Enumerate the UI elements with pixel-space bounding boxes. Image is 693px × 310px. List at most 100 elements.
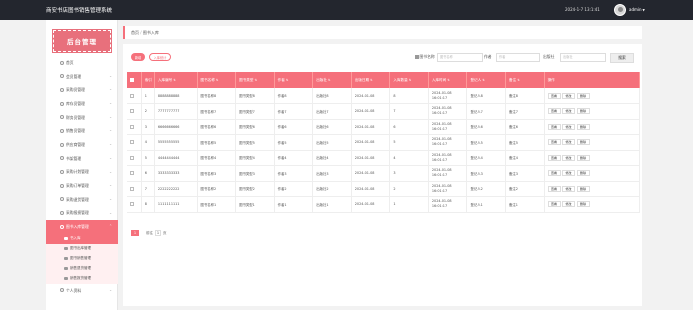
sort-icon[interactable]: ⇅: [173, 78, 176, 82]
edit-button[interactable]: 修改: [562, 185, 576, 192]
sidebar-item-2[interactable]: 采购员管理 ⌄: [46, 83, 118, 97]
row-checkbox[interactable]: [130, 202, 134, 207]
filter-label-book-name: 图书名称: [415, 54, 435, 60]
delete-button[interactable]: 删除: [576, 154, 590, 161]
row-checkbox[interactable]: [130, 155, 134, 160]
view-button[interactable]: 查看: [547, 154, 561, 161]
cell-pub_date: 2024-01-08: [351, 181, 391, 197]
sort-icon[interactable]: ⇅: [447, 78, 450, 82]
add-button[interactable]: 新增: [131, 53, 145, 61]
row-actions: 查看 修改 删除: [544, 165, 641, 182]
view-button[interactable]: 查看: [547, 108, 561, 115]
cell-index: 8: [141, 196, 155, 213]
row-select-cell: [127, 134, 142, 151]
sort-icon[interactable]: ⇅: [328, 78, 331, 82]
edit-button[interactable]: 修改: [562, 123, 576, 130]
row-checkbox[interactable]: [130, 140, 134, 145]
sidebar-subitem-1[interactable]: 图书出库管理: [46, 243, 118, 254]
stock-in-statistics-button[interactable]: 入库统计: [149, 53, 171, 61]
sort-icon[interactable]: ⇅: [216, 78, 219, 82]
sort-icon[interactable]: ⇅: [517, 78, 520, 82]
sidebar-subitem-0[interactable]: 书入库: [46, 233, 118, 244]
edit-button[interactable]: 修改: [562, 201, 576, 208]
column-header[interactable]: 入库数量⇅: [389, 72, 429, 88]
user-menu[interactable]: admin▼: [629, 7, 645, 12]
sort-icon[interactable]: ⇅: [286, 78, 289, 82]
sidebar-item-7[interactable]: 书架管理 ⌄: [46, 152, 118, 166]
column-header[interactable]: 出版日期⇅: [351, 72, 391, 88]
cell-code: 4444444444: [154, 150, 198, 166]
sort-icon[interactable]: ⇅: [254, 78, 257, 82]
sidebar-subitem-2[interactable]: 图书销售管理: [46, 253, 118, 264]
edit-button[interactable]: 修改: [562, 139, 576, 146]
sidebar-subitem-4[interactable]: 销售报货管理: [46, 273, 118, 284]
edit-button[interactable]: 修改: [562, 92, 576, 99]
delete-button[interactable]: 删除: [576, 170, 590, 177]
delete-button[interactable]: 删除: [576, 139, 590, 146]
row-checkbox[interactable]: [130, 124, 134, 129]
search-button[interactable]: 搜索: [610, 53, 634, 63]
sidebar-subitem-3[interactable]: 销售退货管理: [46, 263, 118, 274]
cell-press: 出版社3: [312, 165, 352, 182]
column-header[interactable]: 入库编号⇅: [154, 72, 198, 88]
book-name-input[interactable]: 图书名称: [437, 53, 483, 62]
column-header[interactable]: 图书名称⇅: [197, 72, 237, 88]
view-button[interactable]: 查看: [547, 92, 561, 99]
sidebar-item-9[interactable]: 采购订单管理 ⌄: [46, 179, 118, 193]
breadcrumb-home[interactable]: 首页: [131, 30, 139, 35]
delete-button[interactable]: 删除: [576, 123, 590, 130]
sort-icon[interactable]: ⇅: [482, 78, 485, 82]
sidebar-item-11[interactable]: 采购报损管理 ⌄: [46, 207, 118, 221]
sidebar-item-stock-in-management[interactable]: 图书入库管理 ⌃: [46, 220, 118, 234]
column-header[interactable]: 出版社⇅: [312, 72, 352, 88]
sidebar-item-profile[interactable]: 个人资料 ⌄: [46, 284, 118, 298]
edit-button[interactable]: 修改: [562, 154, 576, 161]
page-button-current[interactable]: 1: [131, 230, 139, 236]
table-row: 3 6666666666 图书名称6 图书类型6 作者6 出版社6 2024-01-08 6 2…: [127, 119, 641, 135]
row-actions: 查看 修改 删除: [544, 119, 641, 135]
row-checkbox[interactable]: [130, 186, 134, 191]
breadcrumb: 首页 / 图书入库: [123, 26, 642, 39]
sidebar-item-5[interactable]: 销售员管理 ⌄: [46, 124, 118, 138]
column-header[interactable]: 登记人⇅: [466, 72, 506, 88]
delete-button[interactable]: 删除: [576, 108, 590, 115]
view-button[interactable]: 查看: [547, 123, 561, 130]
delete-button[interactable]: 删除: [576, 201, 590, 208]
goto-page-input[interactable]: 1: [155, 230, 161, 236]
avatar[interactable]: [614, 4, 626, 16]
view-button[interactable]: 查看: [547, 201, 561, 208]
edit-button[interactable]: 修改: [562, 108, 576, 115]
column-header[interactable]: 作者⇅: [274, 72, 314, 88]
column-header[interactable]: 图书类型⇅: [235, 72, 275, 88]
view-button[interactable]: 查看: [547, 170, 561, 177]
cell-remark: 备注2: [505, 181, 545, 197]
sidebar-item-1[interactable]: 会员管理 ⌄: [46, 70, 118, 84]
column-header[interactable]: 入库时间⇅: [428, 72, 468, 88]
author-input[interactable]: 作者: [496, 53, 540, 62]
cell-code: 2222222222: [154, 181, 198, 197]
row-checkbox[interactable]: [130, 109, 134, 114]
edit-button[interactable]: 修改: [562, 170, 576, 177]
cell-time: 2024-01-08 16:01:17: [428, 103, 468, 120]
sidebar-item-0[interactable]: 首页: [46, 56, 118, 70]
sidebar-item-3[interactable]: 库存员管理 ⌄: [46, 97, 118, 111]
column-header[interactable]: 备注⇅: [505, 72, 545, 88]
sidebar-item-label: 财务员管理: [66, 114, 85, 120]
select-all-checkbox[interactable]: [130, 78, 134, 82]
sidebar-item-8[interactable]: 采购计划管理 ⌄: [46, 166, 118, 180]
publisher-input[interactable]: 出版社: [560, 53, 606, 62]
delete-button[interactable]: 删除: [576, 92, 590, 99]
sidebar-item-4[interactable]: 财务员管理 ⌄: [46, 111, 118, 125]
cell-remark: 备注8: [505, 88, 545, 104]
chevron-down-icon: ⌄: [109, 142, 112, 147]
row-checkbox[interactable]: [130, 93, 134, 98]
cell-type: 图书类型4: [235, 150, 275, 166]
view-button[interactable]: 查看: [547, 139, 561, 146]
sort-icon[interactable]: ⇅: [409, 78, 412, 82]
sidebar-item-6[interactable]: 供应商管理 ⌄: [46, 138, 118, 152]
row-checkbox[interactable]: [130, 171, 134, 176]
sort-icon[interactable]: ⇅: [370, 78, 373, 82]
sidebar-item-10[interactable]: 采购退货管理 ⌄: [46, 193, 118, 207]
delete-button[interactable]: 删除: [576, 185, 590, 192]
view-button[interactable]: 查看: [547, 185, 561, 192]
